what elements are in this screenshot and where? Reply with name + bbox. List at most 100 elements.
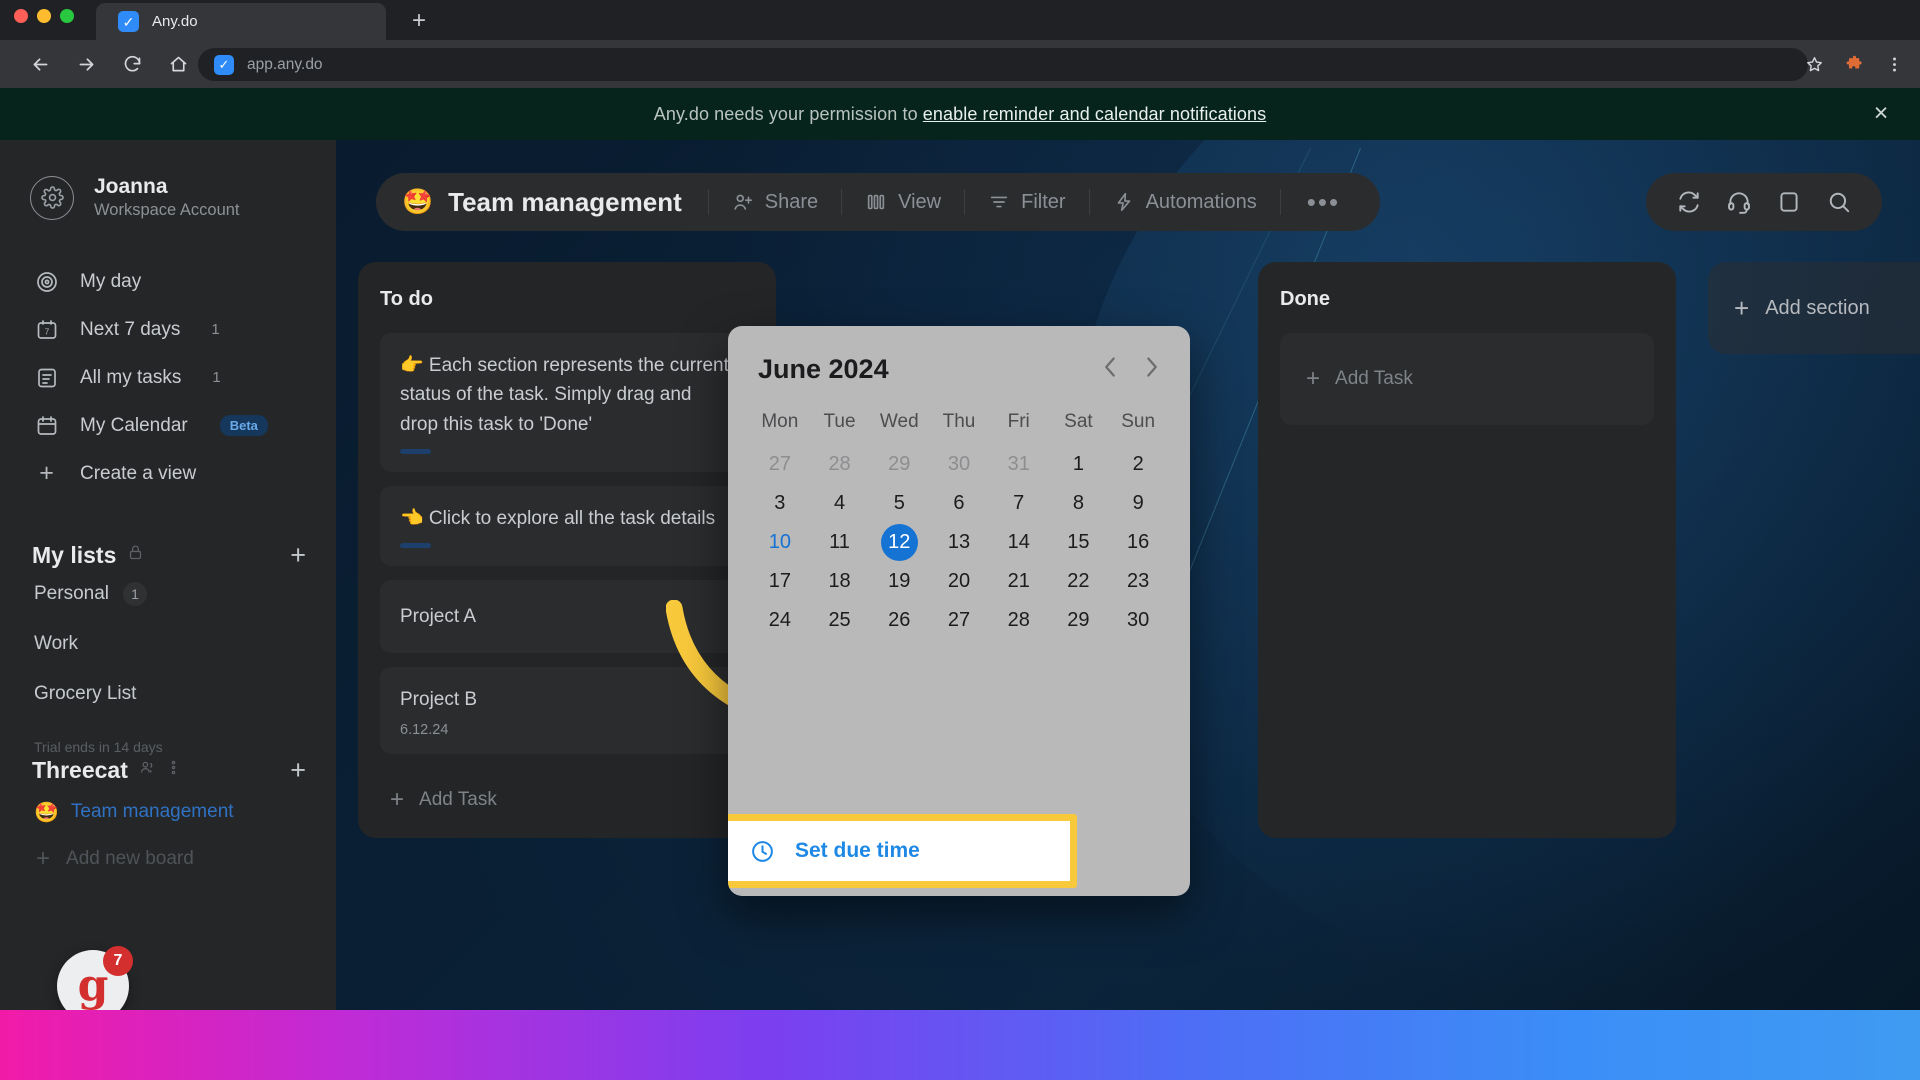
calendar-day[interactable]: 22 [1049,562,1109,601]
task-card[interactable]: 👉 Each section represents the current st… [380,333,754,472]
list-item-personal[interactable]: Personal 1 [0,569,336,619]
trial-notice: Trial ends in 14 days [34,738,163,755]
automations-button[interactable]: Automations [1090,191,1280,214]
sync-icon[interactable] [1676,189,1702,215]
calendar-day[interactable]: 9 [1108,484,1168,523]
maximize-window-button[interactable] [60,9,74,23]
add-workspace-button[interactable]: + [290,756,306,784]
calendar-day[interactable]: 5 [869,484,929,523]
calendar-day[interactable]: 13 [929,523,989,562]
calendar-day[interactable]: 20 [929,562,989,601]
calendar-day[interactable]: 30 [1108,601,1168,640]
people-icon[interactable] [139,759,156,781]
board-item-team-management[interactable]: 🤩 Team management [0,784,336,825]
list-item-work[interactable]: Work [0,619,336,669]
close-window-button[interactable] [14,9,28,23]
task-card[interactable]: Project A [380,580,754,654]
calendar-day[interactable]: 3 [750,484,810,523]
sidebar-item-all-my-tasks[interactable]: All my tasks 1 [0,354,336,402]
calendar-day[interactable]: 27 [929,601,989,640]
add-section-button[interactable]: + Add section [1708,262,1920,354]
banner-link[interactable]: enable reminder and calendar notificatio… [923,104,1266,124]
plus-icon: + [1734,293,1750,323]
calendar-day[interactable]: 4 [810,484,870,523]
forward-arrow-icon[interactable] [68,46,104,82]
task-card[interactable]: 👈 Click to explore all the task details [380,485,754,566]
calendar-day[interactable]: 17 [750,562,810,601]
calendar-day[interactable]: 15 [1049,523,1109,562]
browser-menu-icon[interactable] [1876,46,1912,82]
calendar-day[interactable]: 24 [750,601,810,640]
calendar-day[interactable]: 1 [1049,445,1109,484]
new-tab-button[interactable]: + [404,8,434,36]
more-options-button[interactable]: ••• [1281,189,1366,215]
plus-icon: + [1306,365,1321,392]
chevron-right-icon[interactable] [1143,354,1160,385]
back-arrow-icon[interactable] [22,46,58,82]
note-icon[interactable] [1776,189,1802,215]
search-icon[interactable] [1826,189,1852,215]
calendar-day-number: 4 [834,492,846,514]
add-task-button[interactable]: + Add Task [380,768,754,816]
calendar-day[interactable]: 8 [1049,484,1109,523]
account-block[interactable]: Joanna Workspace Account [0,140,336,222]
address-bar[interactable]: ✓ app.any.do [198,48,1808,81]
home-icon[interactable] [160,46,196,82]
calendar-day-number: 28 [828,453,851,475]
chevron-left-icon[interactable] [1102,354,1119,385]
calendar-day[interactable]: 28 [810,445,870,484]
calendar-7-icon: 7 [34,317,59,342]
browser-tab[interactable]: ✓ Any.do [96,3,386,40]
add-new-board-button[interactable]: + Add new board [0,825,336,871]
column-done: Done + Add Task [1258,262,1676,838]
sidebar-item-create-a-view[interactable]: + Create a view [0,450,336,498]
extensions-puzzle-icon[interactable] [1836,46,1872,82]
list-item-label: Grocery List [34,682,137,704]
calendar-day[interactable]: 27 [750,445,810,484]
headset-support-icon[interactable] [1726,189,1752,215]
sidebar-item-my-day[interactable]: My day [0,258,336,306]
calendar-day[interactable]: 19 [869,562,929,601]
calendar-day[interactable]: 10 [750,523,810,562]
brand-letter: g [77,960,109,1010]
filter-button[interactable]: Filter [965,191,1088,214]
calendar-day[interactable]: 30 [929,445,989,484]
view-button[interactable]: View [842,191,964,214]
calendar-day[interactable]: 31 [989,445,1049,484]
calendar-day[interactable]: 26 [869,601,929,640]
bookmark-star-icon[interactable] [1796,46,1832,82]
add-task-button[interactable]: + Add Task [1280,333,1654,425]
calendar-day[interactable]: 25 [810,601,870,640]
add-list-button[interactable]: + [290,541,306,569]
reload-icon[interactable] [114,46,150,82]
calendar-day[interactable]: 29 [869,445,929,484]
calendar-day[interactable]: 28 [989,601,1049,640]
calendar-day[interactable]: 11 [810,523,870,562]
calendar-day-number: 7 [1013,492,1025,514]
list-item-grocery-list[interactable]: Grocery List [0,669,336,719]
calendar-day[interactable]: 16 [1108,523,1168,562]
minimize-window-button[interactable] [37,9,51,23]
sidebar-item-my-calendar[interactable]: My Calendar Beta [0,402,336,450]
calendar-day[interactable]: 21 [989,562,1049,601]
more-vertical-icon[interactable] [165,759,182,781]
calendar-day-number: 20 [947,570,971,592]
task-card-text: Project A [400,606,477,627]
calendar-day[interactable]: 2 [1108,445,1168,484]
calendar-day[interactable]: 12 [869,523,929,562]
calendar-day-number: 29 [888,453,911,475]
task-card[interactable]: Project B 6.12.24 [380,667,754,754]
calendar-day[interactable]: 23 [1108,562,1168,601]
sidebar-item-next-7-days[interactable]: 7 Next 7 days 1 [0,306,336,354]
board-title-group[interactable]: 🤩 Team management [402,187,708,218]
close-icon[interactable]: × [1868,101,1894,127]
calendar-day[interactable]: 14 [989,523,1049,562]
set-due-time-button[interactable]: Set due time [728,821,1070,881]
sidebar-item-label: My Calendar [80,414,188,436]
notification-bubble[interactable]: g 7 [57,946,133,1010]
calendar-day[interactable]: 18 [810,562,870,601]
calendar-day[interactable]: 7 [989,484,1049,523]
calendar-day[interactable]: 29 [1049,601,1109,640]
share-button[interactable]: Share [709,191,841,214]
calendar-day[interactable]: 6 [929,484,989,523]
